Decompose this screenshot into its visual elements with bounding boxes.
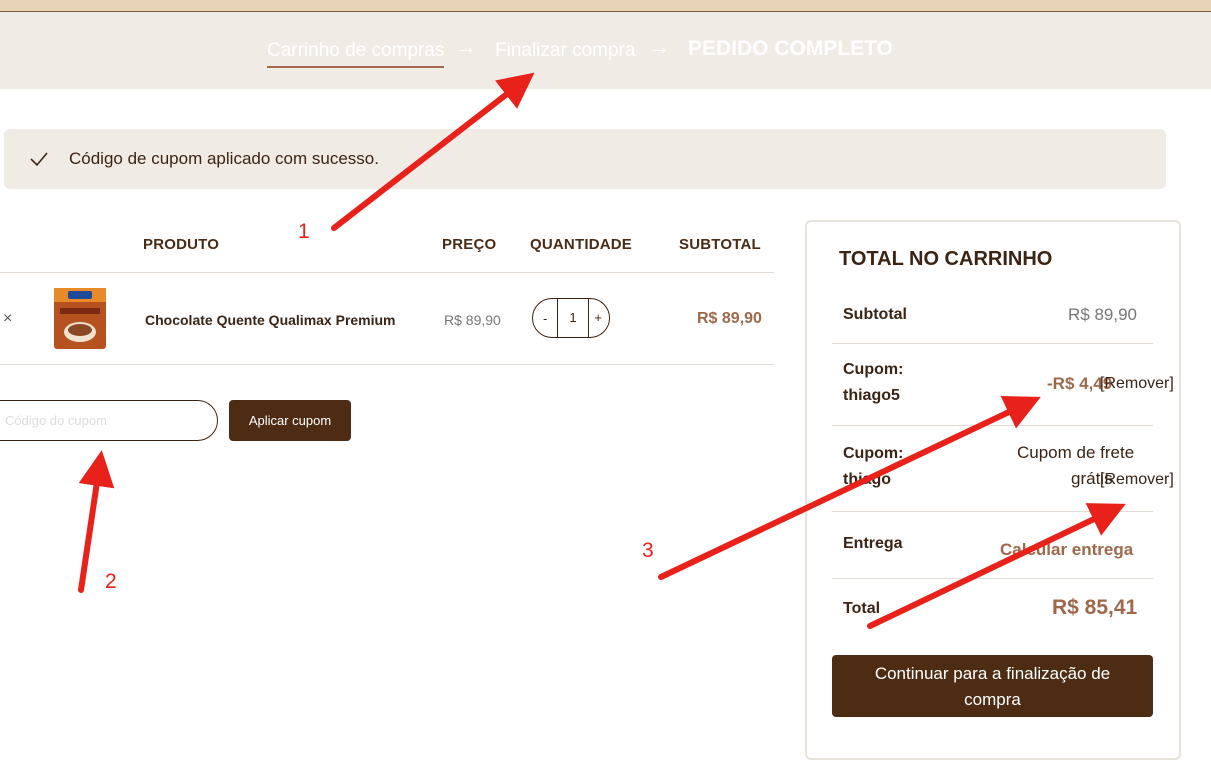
- annotation-arrow-3b: [867, 503, 1126, 629]
- annotation-arrow-3a: [658, 396, 1041, 580]
- annotation-arrow-2: [78, 450, 115, 593]
- annotation-label-3: 3: [642, 539, 654, 562]
- annotation-label-2: 2: [105, 570, 117, 593]
- annotation-arrow-1: [331, 72, 535, 231]
- annotation-label-1: 1: [298, 220, 310, 243]
- annotation-arrows: [78, 72, 1126, 629]
